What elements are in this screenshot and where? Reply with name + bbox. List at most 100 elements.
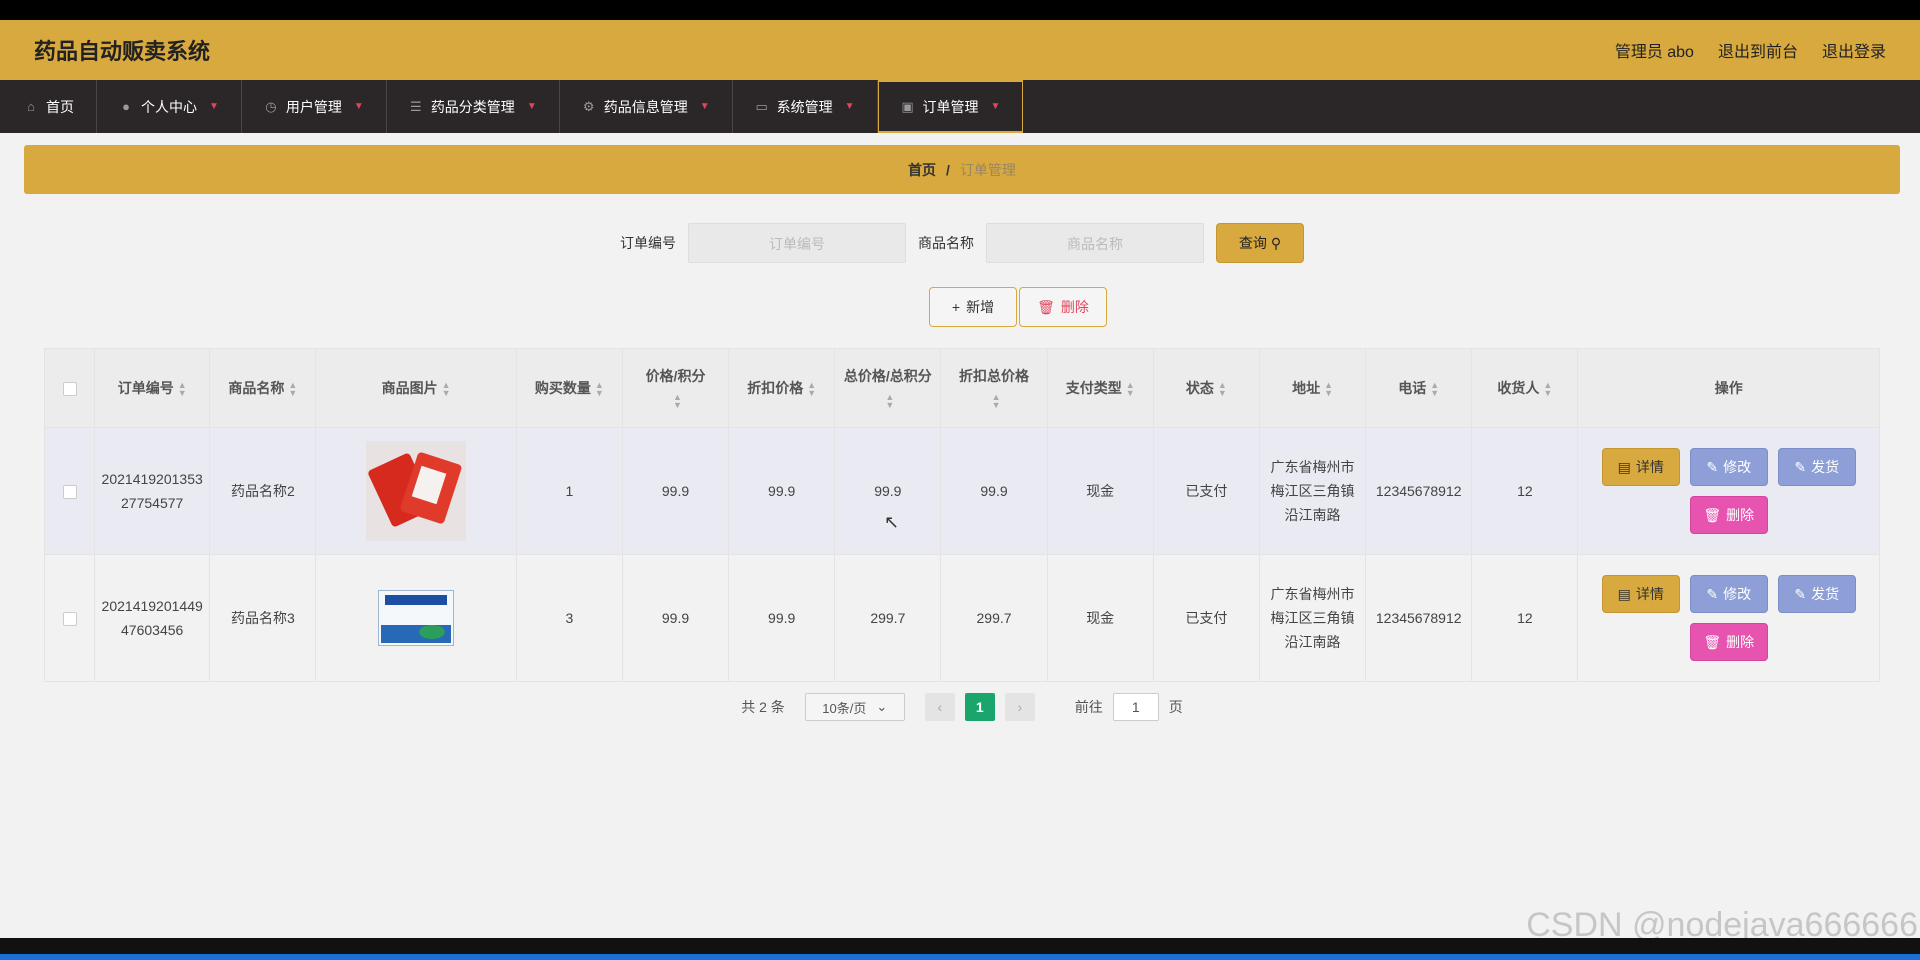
delete-button[interactable]: 🗑 删除 [1689, 623, 1768, 661]
column-header[interactable]: 支付类型 ▲ ▼ [1046, 348, 1154, 428]
nav-item-label: 订单管理 [922, 98, 979, 115]
trash-icon: 🗑 [1703, 507, 1722, 523]
window-top-bar [0, 0, 1920, 20]
total-count: 共 2 条 [741, 699, 785, 715]
ship-button[interactable]: ✎ 发货 [1777, 448, 1856, 486]
nav-item-home[interactable]: ⌂ 首页 [0, 80, 97, 133]
goto-page-input[interactable]: 1 [1112, 693, 1159, 721]
sort-icon: ▲ ▼ [885, 392, 895, 411]
select-all-checkbox[interactable] [62, 382, 77, 397]
order-no-input[interactable]: 订单编号 [688, 223, 906, 263]
document-icon: ▤ [1617, 586, 1631, 602]
chevron-down-icon: ⌄ [876, 699, 888, 714]
monitor-icon: ▭ [755, 98, 768, 114]
sort-icon: ▲ ▼ [594, 380, 604, 399]
app-title: 药品自动贩卖系统 [34, 39, 211, 64]
row-checkbox[interactable] [62, 612, 77, 627]
edit-button[interactable]: ✎ 修改 [1689, 448, 1768, 486]
qty-cell: 3 [515, 554, 623, 682]
app-header: 药品自动贩卖系统 管理员 abo 退出到前台 退出登录 [0, 20, 1920, 80]
column-header[interactable]: 价格/积分 ▲ ▼ [621, 348, 730, 428]
mouse-cursor-icon: ↖ [884, 512, 900, 532]
product-image[interactable] [366, 441, 467, 541]
price-cell: 99.9 [621, 554, 730, 682]
phone-cell: 12345678912 [1365, 554, 1473, 682]
product-name-label: 商品名称 [918, 235, 974, 251]
nav-item-profile[interactable]: ● 个人中心 ▼ [97, 80, 242, 133]
nav-item-label: 个人中心 [141, 98, 197, 115]
column-header[interactable]: 购买数量 ▲ ▼ [515, 348, 623, 428]
column-header[interactable]: 商品图片 ▲ ▼ [315, 348, 517, 428]
column-header[interactable]: 折扣价格 ▲ ▼ [728, 348, 836, 428]
column-header[interactable]: 状态 ▲ ▼ [1152, 348, 1260, 428]
column-header[interactable]: 订单编号 ▲ ▼ [94, 348, 211, 428]
detail-button[interactable]: ▤ 详情 [1601, 448, 1680, 486]
trash-icon: 🗑 [1037, 298, 1055, 315]
clock-icon: ◷ [265, 98, 277, 114]
row-checkbox[interactable] [62, 485, 77, 500]
sort-icon: ▲ ▼ [673, 392, 682, 411]
add-button-label: 新增 [966, 299, 995, 315]
nav-item-orders[interactable]: ▣ 订单管理 ▼ [877, 80, 1024, 133]
sort-icon: ▲ ▼ [1430, 380, 1440, 399]
batch-delete-button[interactable]: 🗑 删除 [1019, 287, 1107, 327]
add-button[interactable]: + 新增 [929, 287, 1017, 327]
detail-button[interactable]: ▤ 详情 [1601, 575, 1680, 613]
goto-suffix: 页 [1168, 699, 1183, 715]
prev-page-button[interactable]: ‹ [924, 693, 955, 721]
logout-link[interactable]: 退出登录 [1822, 38, 1886, 62]
clipboard-icon: ▣ [901, 98, 914, 114]
chevron-down-icon: ▼ [990, 101, 1001, 112]
page-size-select[interactable]: 10条/页 ⌄ [804, 693, 905, 721]
phone-cell: 12345678912 [1365, 427, 1473, 555]
table-header-row: 订单编号 ▲ ▼ 商品名称 ▲ ▼ 商品图片 ▲ ▼ 购买数量 ▲ ▼ 价格/积分 ▲ ▼ 折扣价格… [43, 348, 1880, 428]
nav-item-label: 首页 [46, 98, 74, 115]
sort-icon: ▲ ▼ [177, 380, 187, 399]
pay-type-cell: 现金 [1046, 554, 1154, 682]
product-name-cell: 药品名称2 [209, 427, 317, 555]
pencil-icon: ✎ [1706, 459, 1719, 475]
nav-item-medicine[interactable]: ⚙ 药品信息管理 ▼ [560, 80, 733, 133]
back-to-front-link[interactable]: 退出到前台 [1718, 38, 1798, 62]
nav-item-category[interactable]: ☰ 药品分类管理 ▼ [387, 80, 560, 133]
address-cell: 广东省梅州市梅江区三角镇沿江南路 [1258, 427, 1367, 555]
discount-total-cell: 299.7 [940, 554, 1048, 682]
chevron-down-icon: ▼ [699, 101, 710, 112]
chevron-down-icon: ▼ [844, 101, 855, 112]
nav-item-users[interactable]: ◷ 用户管理 ▼ [242, 80, 387, 133]
nav-item-system[interactable]: ▭ 系统管理 ▼ [733, 80, 878, 133]
product-name-input[interactable]: 商品名称 [986, 223, 1204, 263]
action-toolbar: + 新增 🗑 删除 [24, 287, 1900, 327]
home-icon: ⌂ [27, 98, 35, 114]
column-header[interactable]: 折扣总价格 ▲ ▼ [940, 348, 1048, 428]
qty-cell: 1 [515, 427, 623, 555]
breadcrumb-home[interactable]: 首页 [908, 160, 936, 180]
discount-total-cell: 99.9 [940, 427, 1048, 555]
column-header[interactable]: 收货人 ▲ ▼ [1471, 348, 1579, 428]
column-header[interactable]: 地址 ▲ ▼ [1258, 348, 1367, 428]
column-header[interactable]: 总价格/总积分▲ ▼ [834, 348, 942, 428]
ship-button[interactable]: ✎ 发货 [1777, 575, 1856, 613]
product-name-cell: 药品名称3 [209, 554, 317, 682]
chevron-down-icon: ▼ [353, 101, 364, 112]
pagination: 共 2 条 10条/页 ⌄ ‹ 1 › 前往 1 页 [24, 693, 1900, 721]
query-button[interactable]: 查询 ⚲ [1216, 223, 1304, 263]
column-header: 操作 [1577, 348, 1880, 428]
column-header[interactable]: 电话 ▲ ▼ [1365, 348, 1473, 428]
admin-label: 管理员 abo [1614, 44, 1694, 61]
product-image-cell [315, 554, 517, 682]
sort-icon: ▲ ▼ [1217, 380, 1227, 399]
product-image[interactable] [378, 590, 455, 646]
table-row[interactable]: 202141920135327754577 药品名称2 1 99.9 99.9 … [43, 427, 1880, 555]
query-button-label: 查询 [1238, 235, 1267, 251]
sort-icon: ▲ ▼ [991, 392, 1001, 411]
taskbar-accent [0, 954, 1920, 960]
price-cell: 99.9 [621, 427, 730, 555]
order-no-label: 订单编号 [620, 235, 676, 251]
edit-button[interactable]: ✎ 修改 [1689, 575, 1768, 613]
next-page-button[interactable]: › [1004, 693, 1035, 721]
delete-button[interactable]: 🗑 删除 [1689, 496, 1768, 534]
page-number[interactable]: 1 [964, 693, 995, 721]
table-row[interactable]: 202141920144947603456 药品名称3 3 99.9 99.9 … [43, 554, 1880, 682]
column-header[interactable]: 商品名称 ▲ ▼ [209, 348, 317, 428]
